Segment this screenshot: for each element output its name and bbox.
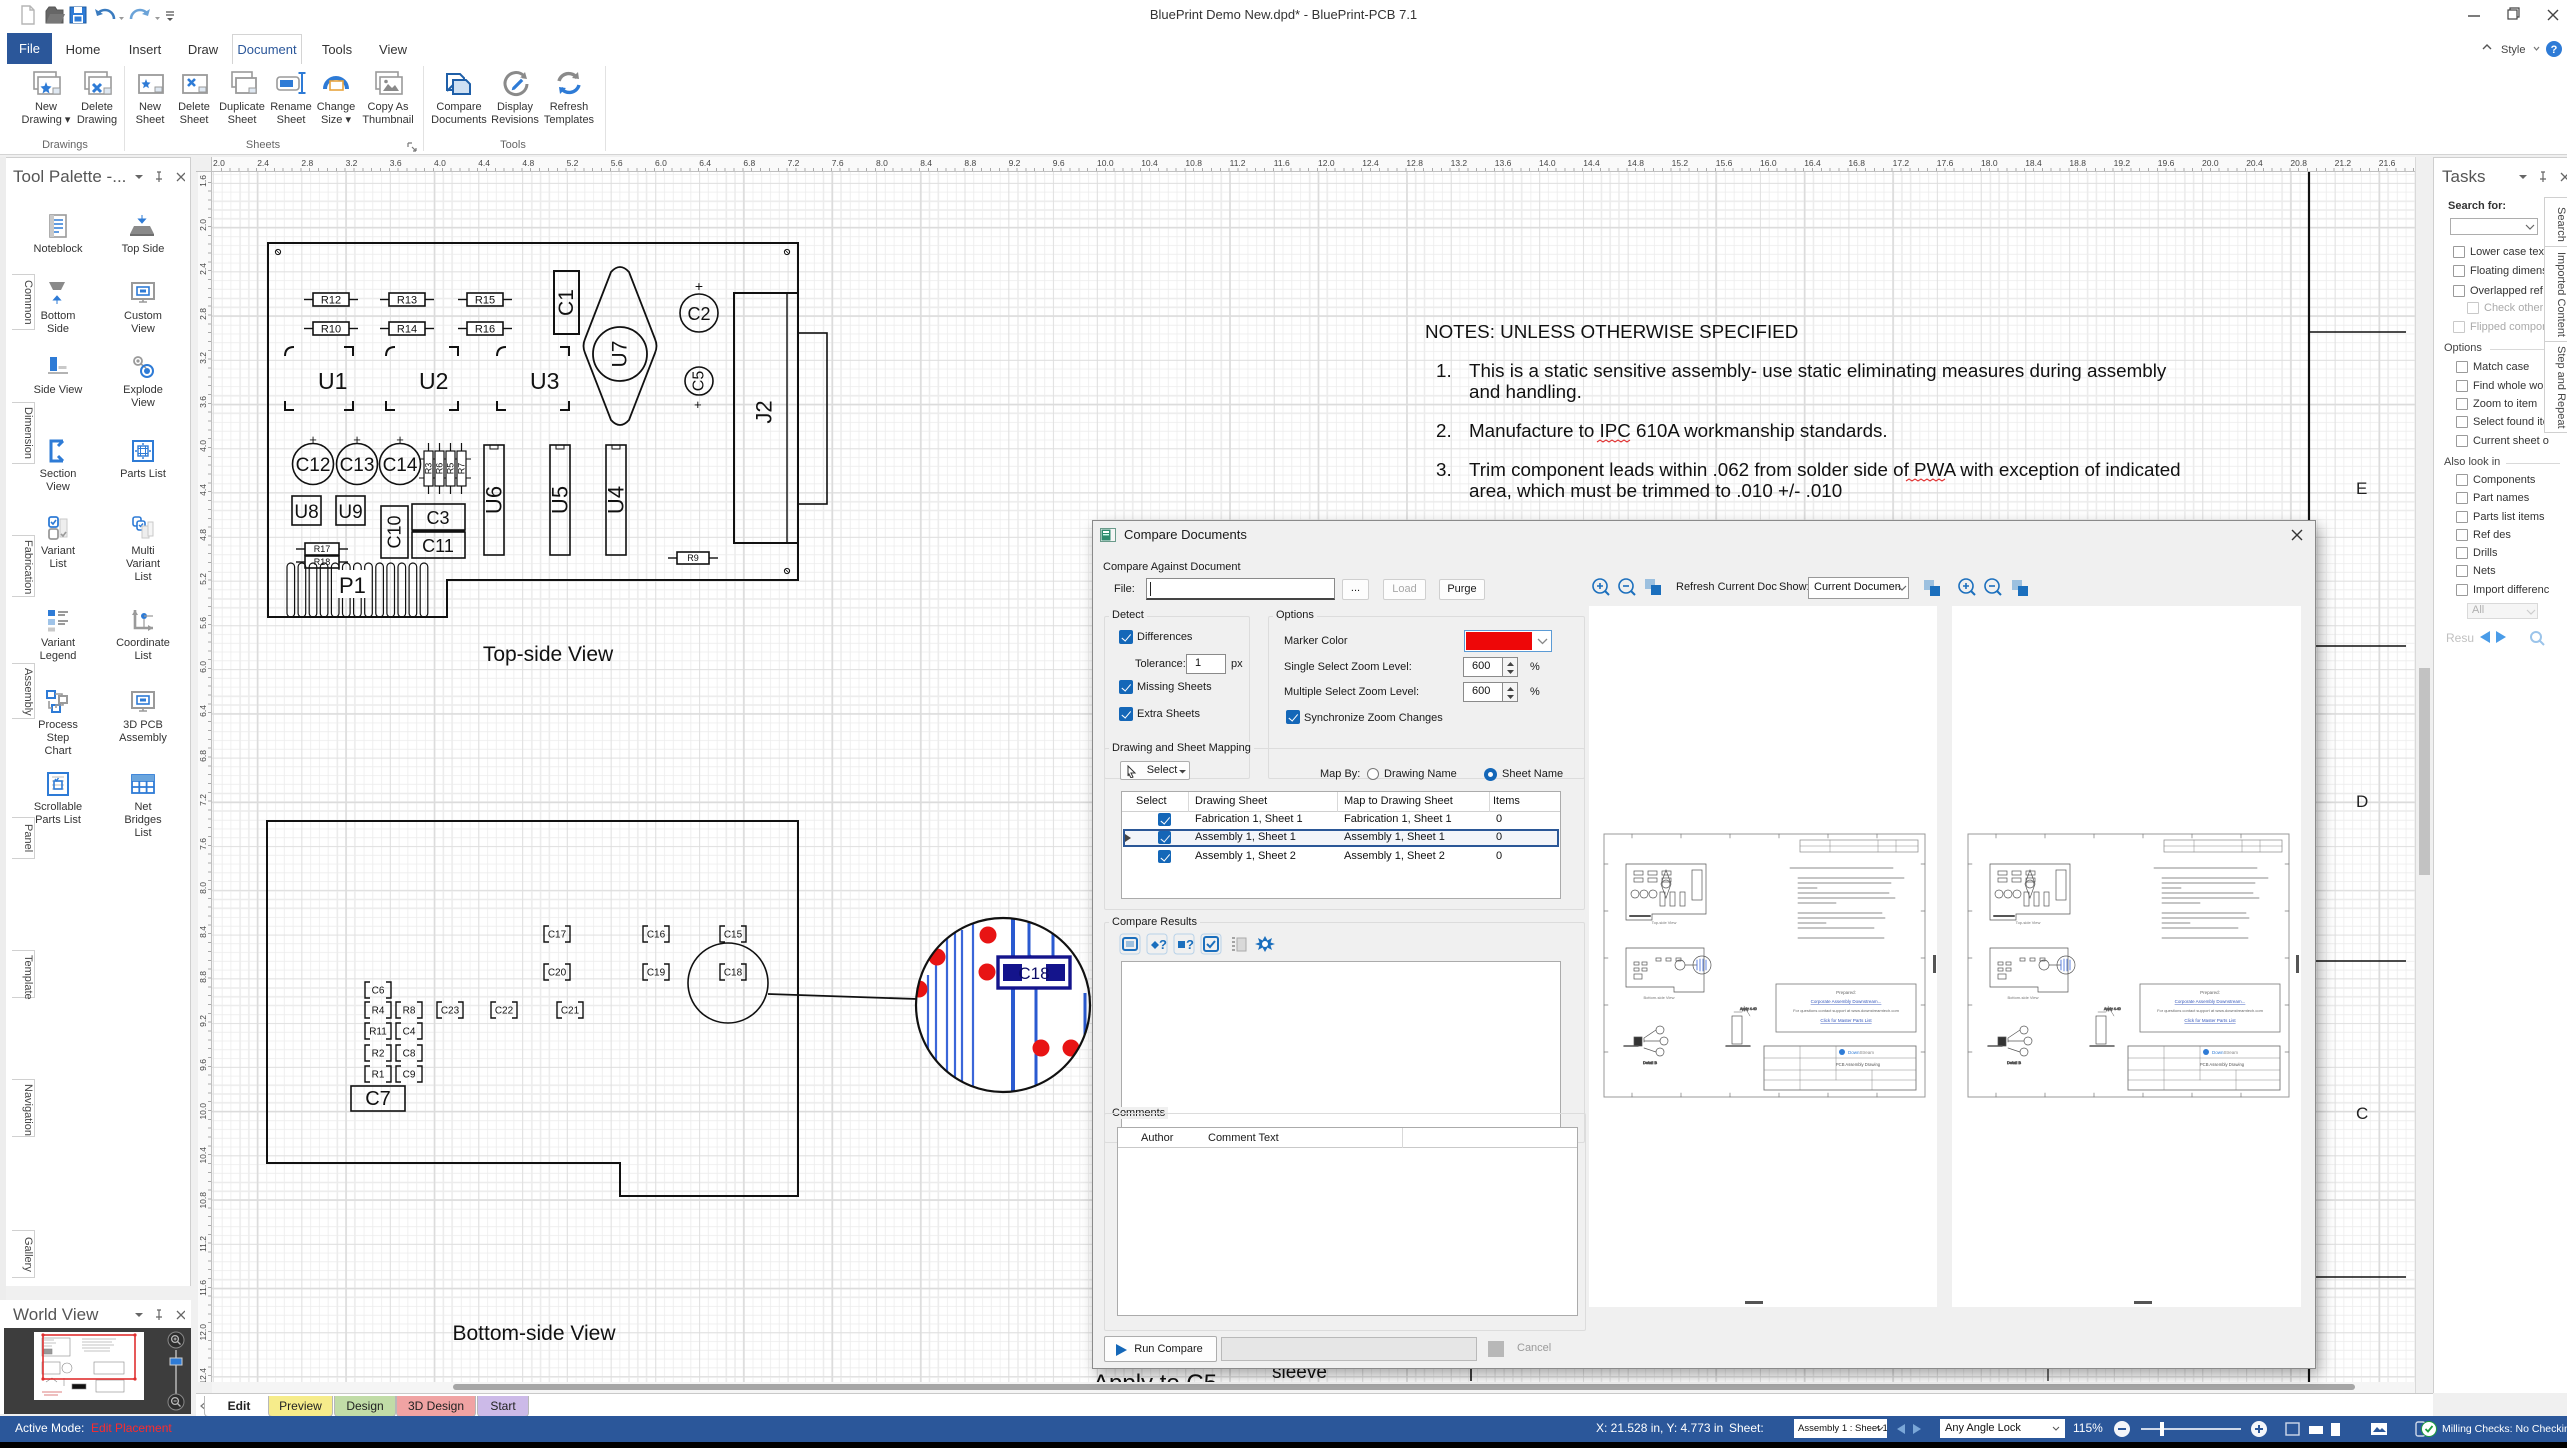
svg-text:Prepared:: Prepared: [2200,990,2220,995]
svg-text:Corporate Assembly Downstream.: Corporate Assembly Downstream... [1811,999,1882,1004]
svg-text:PCB Assembly Drawing: PCB Assembly Drawing [1836,1062,1881,1067]
svg-text:Prepared:: Prepared: [1836,990,1856,995]
svg-text:Resu: Resu [2446,631,2474,645]
svg-text:Bottom-side View: Bottom-side View [2007,995,2038,1000]
svg-text:Detail B: Detail B [2007,1060,2021,1065]
svg-text:DownStream: DownStream [2212,1050,2238,1055]
svg-text:?: ? [1159,937,1167,952]
svg-text:For questions contact support: For questions contact support at www.dow… [1793,1008,1899,1013]
svg-text:PCB Assembly Drawing: PCB Assembly Drawing [2200,1062,2245,1067]
svg-text:Top-side View: Top-side View [1652,920,1677,925]
svg-text:Corporate Assembly Downstream.: Corporate Assembly Downstream... [2175,999,2246,1004]
svg-text:Apply 4-40: Apply 4-40 [2104,1007,2121,1011]
svg-text:?: ? [2551,44,2558,56]
svg-text:For questions contact support: For questions contact support at www.dow… [2157,1008,2263,1013]
svg-text:Style: Style [2501,44,2525,56]
svg-text:Bottom-side View: Bottom-side View [1643,995,1674,1000]
svg-text:Top-side View: Top-side View [2016,920,2041,925]
svg-text:Click for Master Parts List: Click for Master Parts List [1820,1018,1872,1023]
svg-text:Click for Master Parts List: Click for Master Parts List [2184,1018,2236,1023]
svg-text:DownStream: DownStream [1848,1050,1874,1055]
svg-text:Detail B: Detail B [1643,1060,1657,1065]
svg-text:Apply 4-40: Apply 4-40 [1740,1007,1757,1011]
svg-text:?: ? [1186,937,1194,952]
